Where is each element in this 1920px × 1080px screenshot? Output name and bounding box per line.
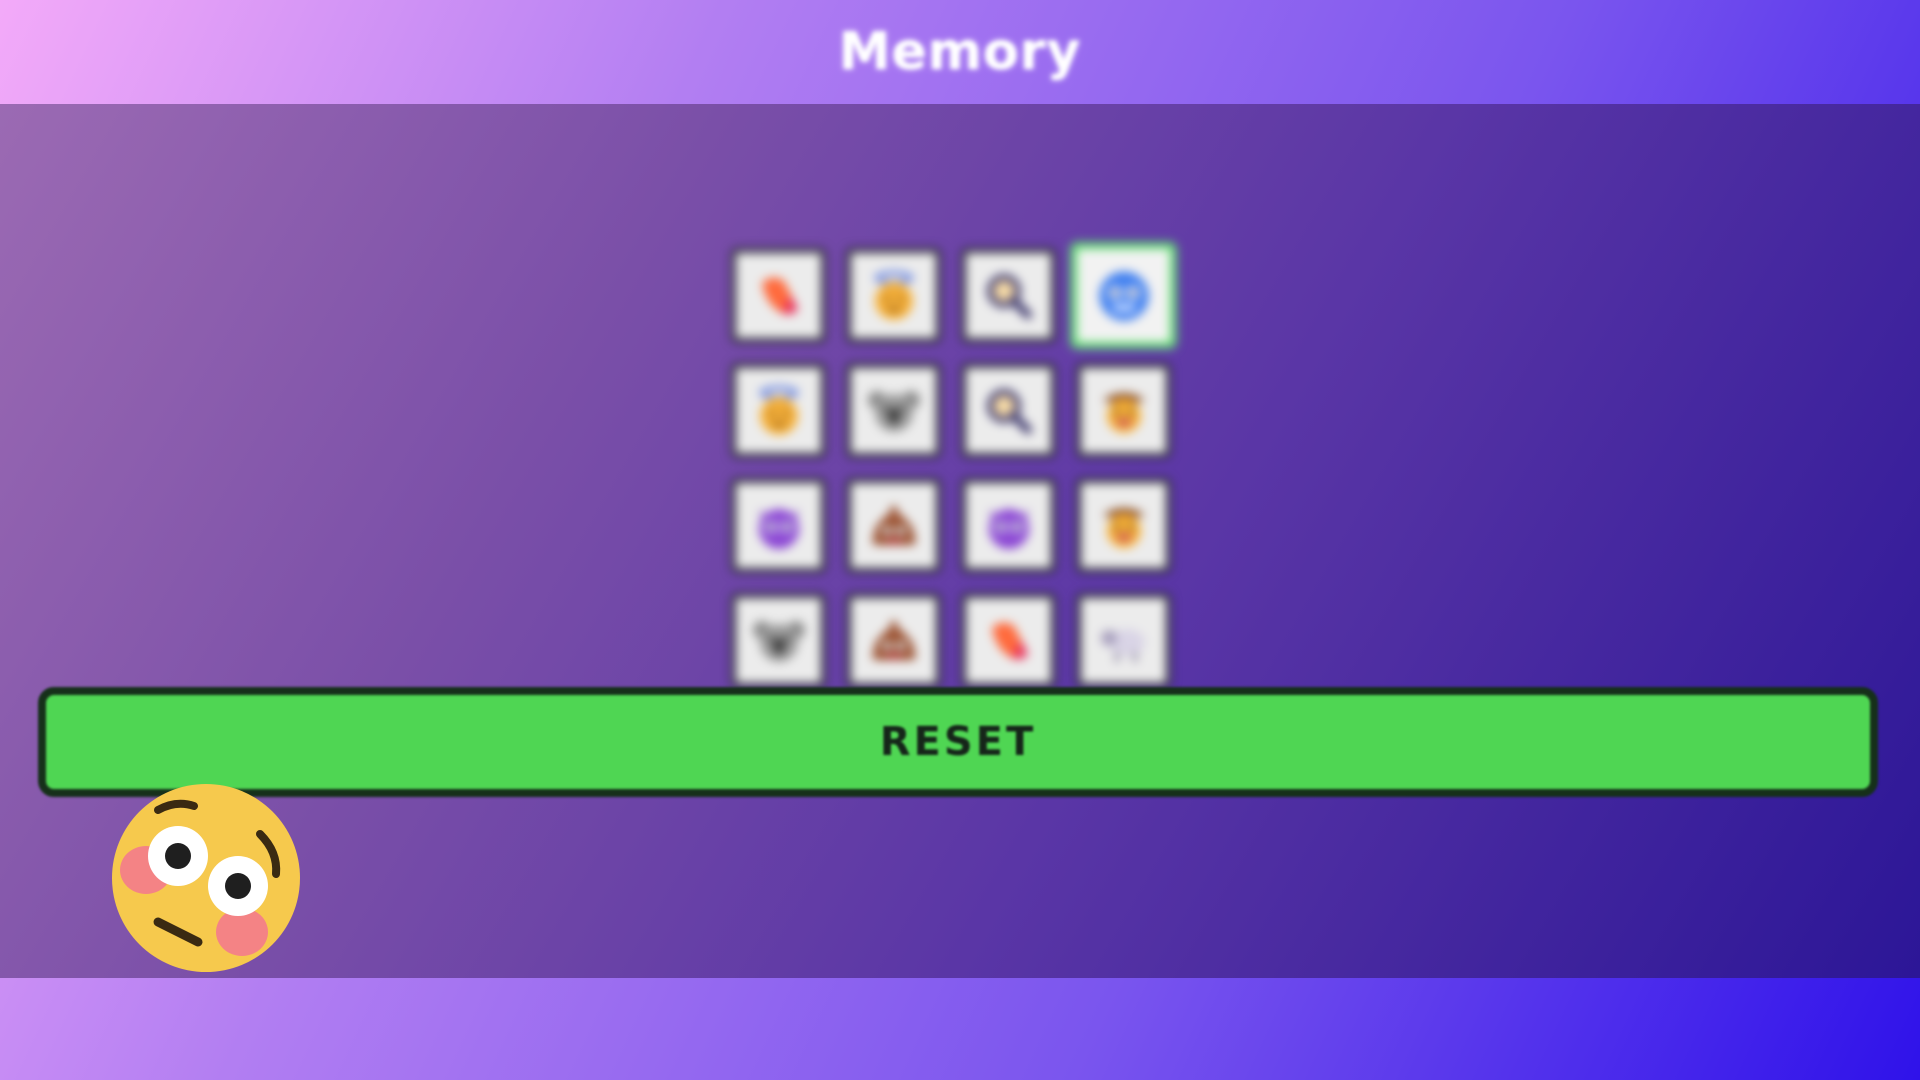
- angel-face-icon: [752, 384, 806, 438]
- blue-robot-face-icon: [1093, 265, 1153, 325]
- memory-card[interactable]: [731, 478, 826, 573]
- purple-devil-icon: [752, 499, 806, 553]
- reset-button[interactable]: RESET: [38, 687, 1878, 797]
- poop-icon: [867, 614, 921, 668]
- magnifying-glass-icon: [982, 384, 1036, 438]
- memory-card[interactable]: [731, 593, 826, 688]
- angel-face-icon: [867, 269, 921, 323]
- footer-band: [0, 978, 1920, 1080]
- memory-card[interactable]: [846, 248, 941, 343]
- memory-card[interactable]: [961, 248, 1056, 343]
- koala-icon: [752, 614, 806, 668]
- sheep-icon: [1097, 614, 1151, 668]
- poop-icon: [867, 499, 921, 553]
- memory-card[interactable]: [731, 248, 826, 343]
- memory-card[interactable]: [1076, 478, 1171, 573]
- memory-card[interactable]: [1070, 242, 1177, 349]
- header: Memory: [0, 0, 1920, 104]
- cowboy-face-icon: [1097, 499, 1151, 553]
- sweet-potato-icon: [752, 269, 806, 323]
- page-title: Memory: [838, 22, 1082, 82]
- purple-devil-icon: [982, 499, 1036, 553]
- sweet-potato-icon: [982, 614, 1036, 668]
- memory-card[interactable]: [961, 363, 1056, 458]
- memory-card[interactable]: [961, 593, 1056, 688]
- reset-label: RESET: [879, 719, 1037, 765]
- memory-card[interactable]: [846, 478, 941, 573]
- memory-card[interactable]: [1076, 363, 1171, 458]
- memory-card[interactable]: [1076, 593, 1171, 688]
- memory-card[interactable]: [731, 363, 826, 458]
- memory-card[interactable]: [846, 593, 941, 688]
- flushed-face-icon: [112, 784, 300, 972]
- card-grid: [731, 242, 1177, 688]
- koala-icon: [867, 384, 921, 438]
- memory-card[interactable]: [846, 363, 941, 458]
- magnifying-glass-icon: [982, 269, 1036, 323]
- cowboy-face-icon: [1097, 384, 1151, 438]
- memory-card[interactable]: [961, 478, 1056, 573]
